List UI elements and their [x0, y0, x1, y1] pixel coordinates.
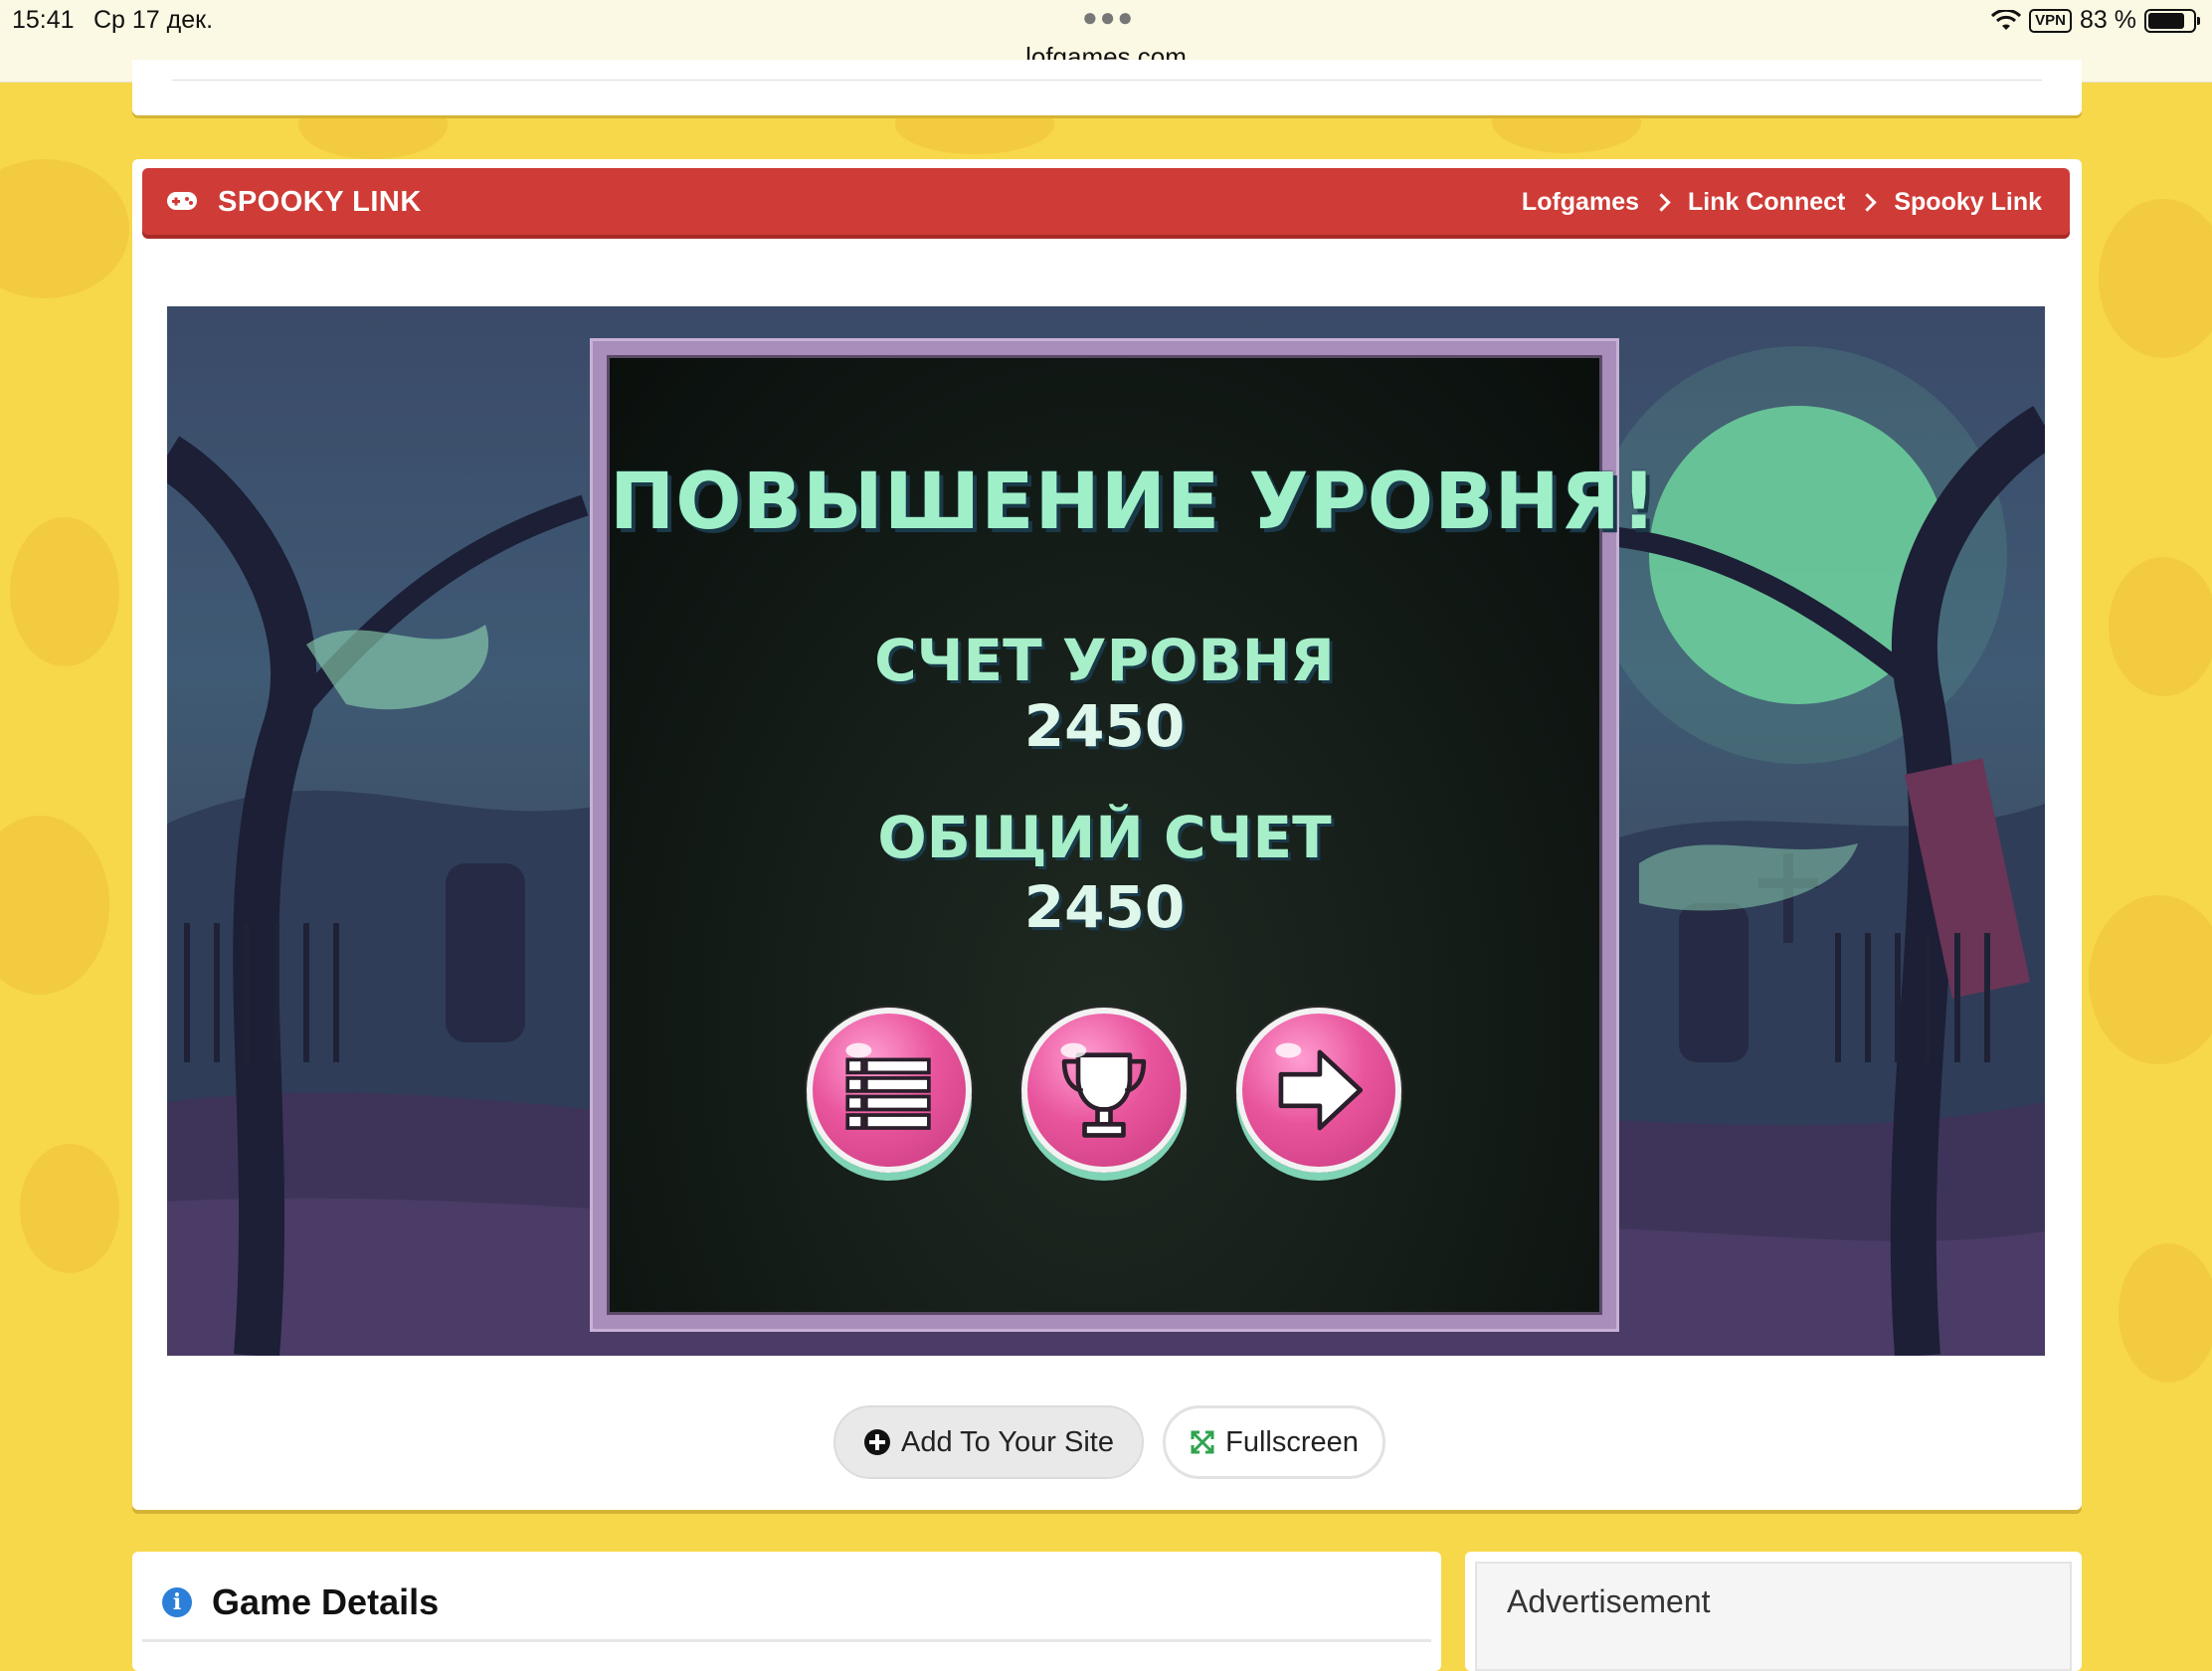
plus-circle-icon	[864, 1429, 891, 1455]
game-canvas[interactable]: ПОВЫШЕНИЕ УРОВНЯ! СЧЕТ УРОВНЯ 2450 ОБЩИЙ…	[167, 306, 2045, 1356]
background-pattern	[2099, 199, 2212, 358]
add-to-site-label: Add To Your Site	[901, 1425, 1114, 1458]
advertisement-title: Advertisement	[1507, 1583, 1711, 1619]
battery-icon	[2144, 8, 2200, 33]
leaderboard-button[interactable]	[1021, 1008, 1187, 1173]
breadcrumb: Lofgames Link Connect Spooky Link	[1522, 188, 2042, 217]
breadcrumb-link-connect[interactable]: Link Connect	[1688, 188, 1845, 217]
status-time: 15:41	[12, 6, 75, 34]
background-pattern	[0, 159, 129, 298]
total-score-label: ОБЩИЙ СЧЕТ	[877, 804, 1332, 871]
wifi-icon	[1991, 9, 2022, 30]
top-card	[132, 60, 2082, 115]
game-details-title: Game Details	[212, 1581, 440, 1622]
level-complete-dialog: ПОВЫШЕНИЕ УРОВНЯ! СЧЕТ УРОВНЯ 2450 ОБЩИЙ…	[590, 338, 1658, 1332]
level-up-heading: ПОВЫШЕНИЕ УРОВНЯ!	[610, 458, 1658, 547]
add-to-site-button[interactable]: Add To Your Site	[833, 1405, 1144, 1479]
menu-icon	[845, 1042, 931, 1130]
game-title: SPOOKY LINK	[218, 186, 422, 218]
battery-percent: 83 %	[2080, 6, 2136, 34]
trophy-icon	[1060, 1042, 1147, 1138]
chevron-right-icon	[1652, 193, 1671, 212]
background-pattern	[2119, 1243, 2212, 1383]
next-level-button[interactable]	[1236, 1008, 1401, 1173]
dialog-body: ПОВЫШЕНИЕ УРОВНЯ! СЧЕТ УРОВНЯ 2450 ОБЩИЙ…	[607, 355, 1658, 1315]
background-pattern	[0, 816, 109, 995]
next-arrow-icon	[1275, 1042, 1364, 1131]
vpn-badge: VPN	[2029, 8, 2073, 33]
total-score-value: 2450	[1023, 873, 1186, 941]
status-indicators: VPN 83 %	[1991, 6, 2200, 35]
advertisement-card: Advertisement	[1465, 1552, 2082, 1671]
background-pattern	[10, 517, 119, 666]
divider	[172, 80, 2042, 81]
background-pattern	[2089, 895, 2212, 1064]
info-icon: i	[162, 1587, 192, 1617]
menu-button[interactable]	[807, 1008, 972, 1173]
background-pattern	[20, 1144, 119, 1273]
divider	[142, 1639, 1431, 1642]
game-title-bar: SPOOKY LINK Lofgames Link Connect Spooky…	[142, 168, 2070, 235]
game-details-card: i Game Details	[132, 1552, 1441, 1671]
level-score-label: СЧЕТ УРОВНЯ	[874, 627, 1335, 694]
fullscreen-label: Fullscreen	[1225, 1425, 1359, 1458]
ad-slot: Advertisement	[1475, 1562, 2072, 1671]
chevron-right-icon	[1858, 193, 1878, 212]
status-date: Ср 17 дек.	[93, 6, 214, 34]
breadcrumb-spooky-link[interactable]: Spooky Link	[1894, 188, 2042, 217]
expand-icon	[1191, 1430, 1214, 1454]
multitasking-dots-icon[interactable]: ●●●	[1082, 2, 1135, 33]
gamepad-icon	[167, 192, 197, 210]
fullscreen-button[interactable]: Fullscreen	[1163, 1405, 1385, 1479]
level-score-value: 2450	[1023, 692, 1186, 760]
breadcrumb-lofgames[interactable]: Lofgames	[1522, 188, 1639, 217]
background-pattern	[2109, 557, 2212, 696]
